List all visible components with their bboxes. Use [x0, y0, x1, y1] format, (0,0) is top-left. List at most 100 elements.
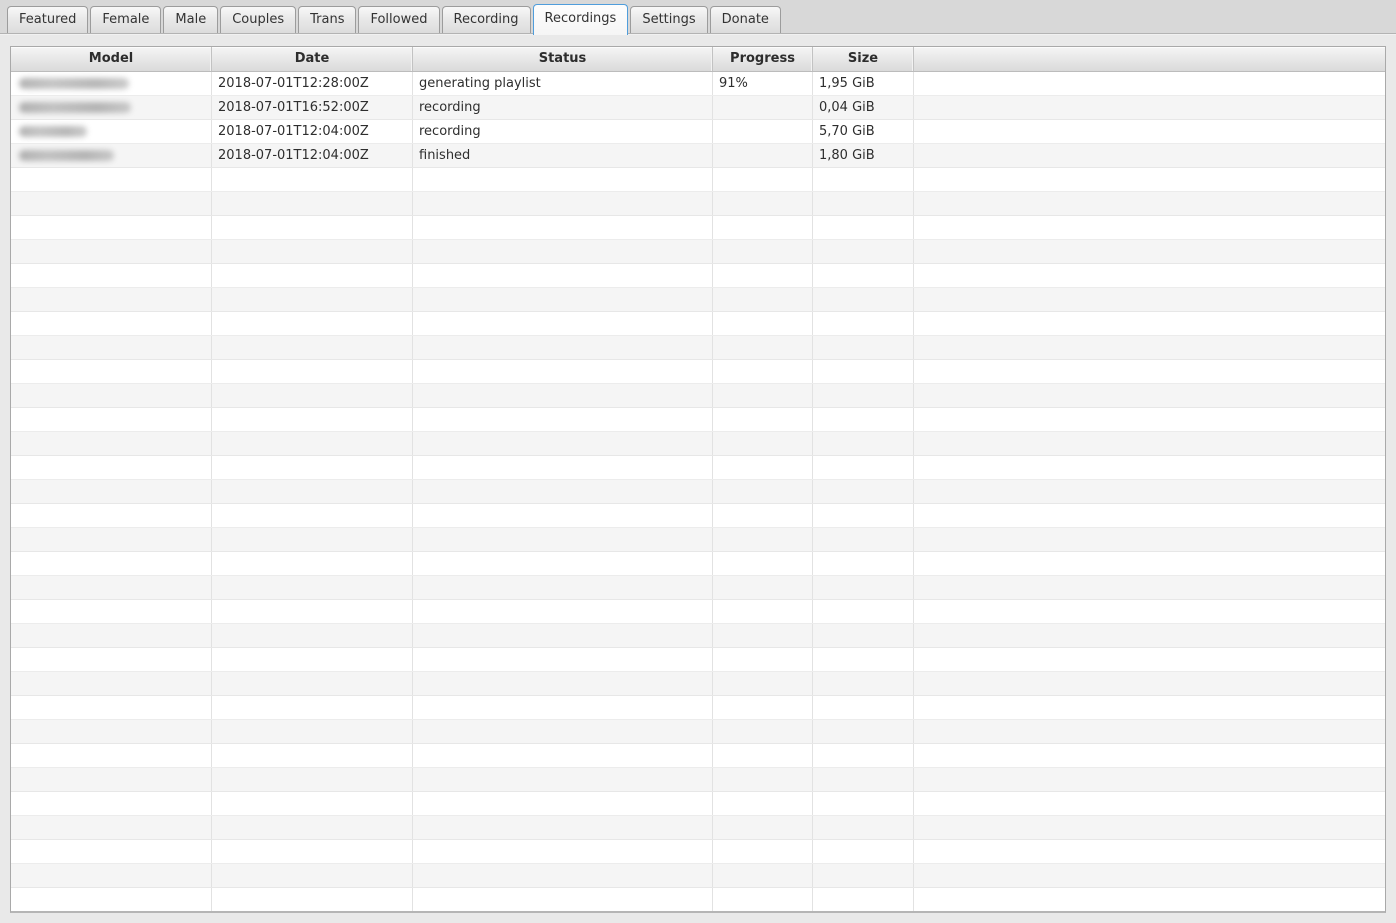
empty-cell [813, 288, 914, 311]
empty-cell [413, 792, 713, 815]
tab-recording[interactable]: Recording [441, 6, 531, 33]
filler-cell [914, 72, 1385, 95]
empty-cell [813, 384, 914, 407]
empty-row [11, 312, 1385, 336]
empty-row [11, 888, 1385, 911]
empty-cell [413, 720, 713, 743]
empty-cell [813, 888, 914, 911]
empty-cell [212, 312, 413, 335]
empty-cell [713, 456, 813, 479]
tab-donate[interactable]: Donate [709, 6, 781, 33]
empty-cell [413, 168, 713, 191]
empty-cell [914, 504, 1385, 527]
empty-cell [914, 600, 1385, 623]
empty-cell [713, 312, 813, 335]
column-header-filler[interactable] [914, 47, 1385, 71]
redacted-model-name [19, 78, 129, 89]
redacted-model-name [19, 102, 131, 113]
empty-cell [11, 240, 212, 263]
empty-cell [713, 744, 813, 767]
empty-cell [914, 744, 1385, 767]
empty-cell [413, 840, 713, 863]
tab-trans[interactable]: Trans [298, 6, 357, 33]
empty-row [11, 168, 1385, 192]
empty-cell [713, 528, 813, 551]
empty-cell [713, 240, 813, 263]
empty-cell [914, 816, 1385, 839]
empty-cell [413, 216, 713, 239]
empty-cell [11, 744, 212, 767]
empty-cell [713, 720, 813, 743]
empty-cell [713, 192, 813, 215]
empty-row [11, 720, 1385, 744]
empty-cell [413, 240, 713, 263]
empty-cell [11, 264, 212, 287]
column-header-date[interactable]: Date [212, 47, 413, 71]
empty-row [11, 792, 1385, 816]
empty-cell [11, 864, 212, 887]
empty-cell [413, 384, 713, 407]
progress-cell: 91% [713, 72, 813, 95]
empty-cell [914, 312, 1385, 335]
empty-cell [413, 408, 713, 431]
empty-cell [11, 768, 212, 791]
column-header-model[interactable]: Model [11, 47, 212, 71]
empty-cell [212, 744, 413, 767]
empty-cell [413, 648, 713, 671]
empty-cell [413, 768, 713, 791]
empty-cell [713, 792, 813, 815]
empty-cell [713, 864, 813, 887]
empty-cell [713, 336, 813, 359]
tab-recordings[interactable]: Recordings [532, 4, 629, 35]
empty-cell [713, 480, 813, 503]
empty-cell [11, 528, 212, 551]
empty-cell [914, 840, 1385, 863]
tab-followed[interactable]: Followed [358, 6, 440, 33]
empty-cell [713, 168, 813, 191]
recording-row[interactable]: 2018-07-01T12:28:00Z generating playlist 9… [11, 72, 1385, 96]
tab-settings[interactable]: Settings [630, 6, 708, 33]
column-header-size[interactable]: Size [813, 47, 914, 71]
empty-row [11, 432, 1385, 456]
empty-cell [212, 552, 413, 575]
empty-cell [813, 336, 914, 359]
column-header-status[interactable]: Status [413, 47, 713, 71]
empty-cell [11, 816, 212, 839]
tab-featured[interactable]: Featured [7, 6, 89, 33]
empty-cell [11, 408, 212, 431]
empty-row [11, 504, 1385, 528]
recording-row[interactable]: 2018-07-01T12:04:00Z finished 1,80 GiB [11, 144, 1385, 168]
empty-cell [212, 504, 413, 527]
model-cell [11, 96, 212, 119]
empty-cell [212, 624, 413, 647]
empty-cell [413, 456, 713, 479]
tab-couples[interactable]: Couples [220, 6, 297, 33]
empty-row [11, 648, 1385, 672]
model-cell [11, 144, 212, 167]
empty-cell [813, 792, 914, 815]
empty-cell [212, 696, 413, 719]
empty-cell [413, 672, 713, 695]
empty-cell [713, 288, 813, 311]
empty-cell [413, 600, 713, 623]
size-cell: 5,70 GiB [813, 120, 914, 143]
empty-cell [713, 432, 813, 455]
empty-cell [713, 504, 813, 527]
date-cell: 2018-07-01T16:52:00Z [212, 96, 413, 119]
empty-row [11, 360, 1385, 384]
empty-cell [713, 888, 813, 911]
empty-row [11, 672, 1385, 696]
recording-row[interactable]: 2018-07-01T12:04:00Z recording 5,70 GiB [11, 120, 1385, 144]
tab-female[interactable]: Female [90, 6, 162, 33]
column-header-progress[interactable]: Progress [713, 47, 813, 71]
empty-row [11, 480, 1385, 504]
tab-male[interactable]: Male [163, 6, 219, 33]
recording-row[interactable]: 2018-07-01T16:52:00Z recording 0,04 GiB [11, 96, 1385, 120]
empty-cell [914, 888, 1385, 911]
empty-row [11, 216, 1385, 240]
empty-cell [813, 192, 914, 215]
empty-row [11, 840, 1385, 864]
empty-cell [813, 240, 914, 263]
empty-cell [914, 792, 1385, 815]
empty-cell [914, 552, 1385, 575]
